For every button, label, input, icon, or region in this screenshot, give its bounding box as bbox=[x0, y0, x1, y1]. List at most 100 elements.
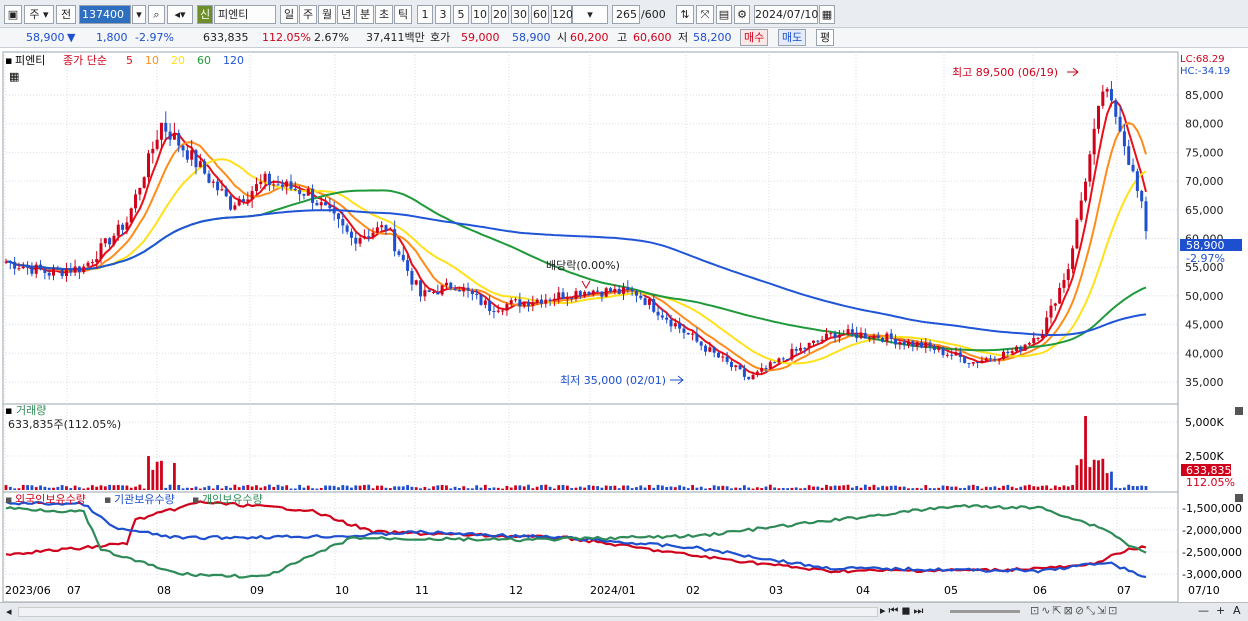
volume-bar bbox=[268, 484, 271, 490]
interval-button[interactable]: 30 bbox=[511, 5, 529, 24]
draw-tools-icon[interactable]: ⤧ bbox=[696, 5, 714, 24]
candle-body bbox=[695, 333, 699, 342]
zoom-slider[interactable] bbox=[950, 610, 1020, 613]
candle-body bbox=[583, 292, 587, 297]
max-price-label: 최고 89,500 (06/19) bbox=[952, 66, 1058, 79]
all-toggle[interactable]: 전 bbox=[56, 5, 76, 24]
candle-body bbox=[894, 338, 898, 345]
zoom-out-icon[interactable]: — bbox=[1198, 604, 1209, 617]
gear-icon[interactable]: ⚙ bbox=[734, 5, 750, 24]
candle-body bbox=[99, 243, 103, 260]
period-tab[interactable]: 틱 bbox=[394, 5, 412, 24]
search-icon[interactable]: ⌕ bbox=[148, 5, 165, 24]
volume-bar bbox=[410, 486, 414, 490]
interval-button[interactable]: 10 bbox=[471, 5, 489, 24]
candle-body bbox=[285, 181, 289, 187]
candle-body bbox=[505, 304, 509, 311]
candle-body bbox=[570, 297, 574, 299]
save-icon[interactable]: ▤ bbox=[716, 5, 732, 24]
candle-body bbox=[419, 280, 423, 297]
candle-body bbox=[790, 348, 794, 360]
scroll-track[interactable] bbox=[18, 607, 878, 617]
volume-bar bbox=[250, 486, 254, 490]
calendar-icon[interactable]: ▦ bbox=[819, 5, 835, 24]
candle-body bbox=[876, 335, 880, 338]
candle-body bbox=[989, 358, 993, 360]
candle-body bbox=[1105, 89, 1109, 92]
date-tick-label: 05 bbox=[944, 584, 958, 597]
table-icon[interactable]: ▦ bbox=[9, 70, 19, 83]
volume-bar bbox=[596, 486, 599, 490]
menu-icon[interactable]: ▣ bbox=[4, 5, 22, 24]
candle-body bbox=[1066, 269, 1070, 280]
candle-body bbox=[380, 225, 384, 228]
period-tab[interactable]: 일 bbox=[280, 5, 298, 24]
holding-close-icon[interactable] bbox=[1235, 494, 1243, 502]
volume-bar bbox=[799, 488, 802, 490]
volume-bar bbox=[829, 486, 833, 490]
stock-chart[interactable]: 85,00080,00075,00070,00065,00060,00055,0… bbox=[0, 50, 1248, 603]
volume-bar bbox=[246, 484, 250, 490]
volume-bar bbox=[298, 484, 302, 490]
period-tab[interactable]: 분 bbox=[356, 5, 374, 24]
market-select[interactable]: 주 ▾ bbox=[24, 5, 54, 24]
volume-bar bbox=[440, 484, 444, 490]
chevron-down-icon[interactable]: ▾ bbox=[132, 5, 146, 24]
volume-close-icon[interactable] bbox=[1235, 407, 1243, 415]
scroll-left-icon[interactable]: ◂ bbox=[6, 605, 12, 618]
period-tab[interactable]: 년 bbox=[337, 5, 355, 24]
count-input[interactable]: 265 bbox=[612, 5, 640, 24]
volume-bar bbox=[660, 485, 664, 490]
volume-bar bbox=[423, 486, 427, 490]
tool-icons[interactable]: ⊡∿⇱⊠⊘⤡⇲⊡ bbox=[1030, 604, 1119, 618]
stock-name-field[interactable]: 피엔티 bbox=[214, 5, 276, 24]
candle-body bbox=[302, 194, 306, 196]
candle-body bbox=[315, 202, 319, 206]
interval-button[interactable]: 1 bbox=[417, 5, 433, 24]
volume-bar bbox=[557, 485, 561, 490]
candle-body bbox=[276, 184, 280, 186]
volume-bar bbox=[337, 487, 340, 490]
interval-button[interactable]: 120 bbox=[551, 5, 573, 24]
volume-bar bbox=[889, 485, 893, 490]
interval-button[interactable]: 3 bbox=[435, 5, 451, 24]
candle-body bbox=[86, 262, 90, 267]
sell-button[interactable]: 매도 bbox=[778, 29, 807, 46]
bottom-scrollbar[interactable]: ◂ ▸⏮◼⏭ ⊡∿⇱⊠⊘⤡⇲⊡ — + A bbox=[0, 602, 1248, 621]
even-button[interactable]: 평 bbox=[816, 29, 835, 46]
volume-bar bbox=[1144, 486, 1148, 490]
font-size-icon[interactable]: A bbox=[1233, 604, 1241, 617]
playback-controls-icon[interactable]: ▸⏮◼⏭ bbox=[880, 604, 926, 618]
zoom-in-icon[interactable]: + bbox=[1216, 604, 1225, 617]
candle-body bbox=[121, 224, 125, 230]
candle-body bbox=[311, 188, 315, 203]
volume-bar bbox=[1040, 485, 1044, 490]
candle-body bbox=[371, 232, 375, 237]
chart-tools-icon[interactable]: ⇅ bbox=[676, 5, 694, 24]
candle-body bbox=[47, 272, 51, 276]
candle-body bbox=[112, 235, 116, 245]
volume-bar bbox=[1032, 486, 1036, 490]
period-tab[interactable]: 초 bbox=[375, 5, 393, 24]
speaker-icon[interactable]: ◂▾ bbox=[167, 5, 193, 24]
interval-button[interactable]: 20 bbox=[491, 5, 509, 24]
volume-bar bbox=[1002, 485, 1005, 490]
interval-select[interactable]: ▾ bbox=[572, 5, 608, 24]
period-tab[interactable]: 월 bbox=[318, 5, 336, 24]
buy-button[interactable]: 매수 bbox=[740, 29, 769, 46]
volume-bar bbox=[509, 487, 513, 490]
date-input[interactable]: 2024/07/10 bbox=[754, 5, 818, 24]
volume-bar bbox=[734, 487, 738, 490]
candle-body bbox=[475, 293, 479, 295]
stock-code-input[interactable]: 137400 bbox=[79, 5, 131, 24]
volume-bar bbox=[237, 487, 241, 490]
interval-button[interactable]: 60 bbox=[531, 5, 549, 24]
candle-body bbox=[725, 356, 729, 362]
interval-button[interactable]: 5 bbox=[453, 5, 469, 24]
candle-body bbox=[833, 333, 837, 338]
candle-body bbox=[976, 362, 980, 364]
volume-bar bbox=[194, 486, 198, 490]
period-tab[interactable]: 주 bbox=[299, 5, 317, 24]
price-tick-label: 35,000 bbox=[1185, 376, 1224, 389]
candle-body bbox=[721, 356, 725, 358]
